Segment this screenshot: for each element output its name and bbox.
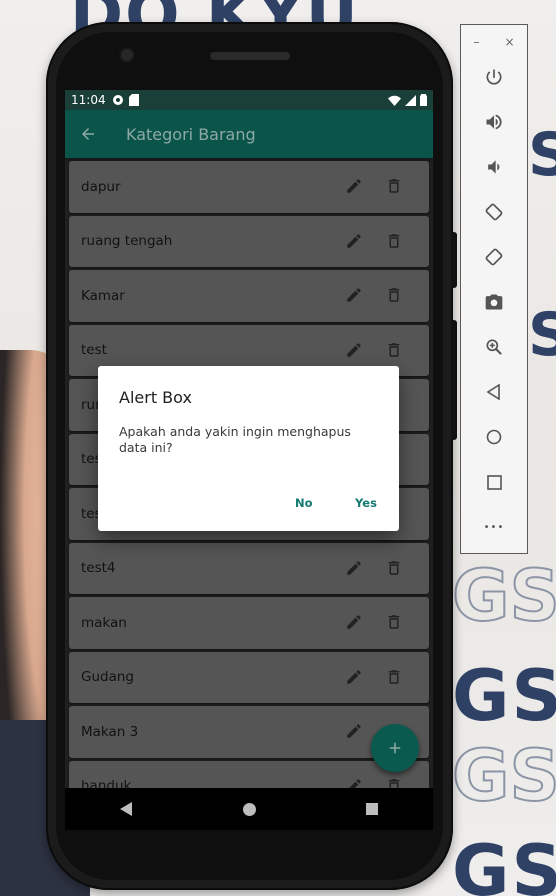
background-text-outline2: GS xyxy=(451,554,556,638)
home-circle-icon xyxy=(486,429,502,445)
rotate-right-button[interactable] xyxy=(482,245,506,269)
delete-icon[interactable] xyxy=(385,613,403,631)
toolbar-window-controls: – × xyxy=(461,35,527,49)
back-triangle-icon xyxy=(486,384,500,400)
close-button[interactable]: × xyxy=(504,35,514,49)
overview-button[interactable] xyxy=(482,470,506,494)
rotate-left-button[interactable] xyxy=(482,200,506,224)
zoom-in-icon xyxy=(486,339,502,355)
add-icon xyxy=(389,742,401,754)
delete-icon[interactable] xyxy=(385,668,403,686)
list-item-label: makan xyxy=(81,614,127,631)
edit-icon[interactable] xyxy=(345,341,363,359)
earpiece-speaker xyxy=(210,52,290,60)
arrow-back-icon[interactable] xyxy=(79,125,97,143)
rotate-right-icon xyxy=(485,248,503,266)
system-nav-bar xyxy=(65,788,433,830)
dialog-title: Alert Box xyxy=(119,388,192,407)
edit-icon[interactable] xyxy=(345,559,363,577)
edit-icon[interactable] xyxy=(345,286,363,304)
delete-icon[interactable] xyxy=(385,286,403,304)
list-item[interactable]: dapur xyxy=(69,161,429,213)
edit-icon[interactable] xyxy=(345,722,363,740)
delete-icon[interactable] xyxy=(385,177,403,195)
list-item-label: test xyxy=(81,342,107,359)
signal-icon xyxy=(405,94,416,106)
list-item-label: Kamar xyxy=(81,287,125,304)
volume-up-icon xyxy=(486,114,502,130)
power-side-button xyxy=(451,232,457,288)
zoom-button[interactable] xyxy=(482,335,506,359)
nav-home-icon[interactable] xyxy=(243,802,257,816)
list-item-label: test4 xyxy=(81,560,116,577)
list-item-label: ruang tengah xyxy=(81,233,173,250)
screenshot-button[interactable] xyxy=(482,290,506,314)
overview-square-icon xyxy=(486,474,502,490)
more-icon: ••• xyxy=(483,521,505,533)
background-text-s1: S xyxy=(528,120,556,190)
volume-up-button[interactable] xyxy=(482,110,506,134)
nav-back-icon[interactable] xyxy=(119,802,134,816)
list-item[interactable]: Gudang xyxy=(69,651,429,703)
power-button[interactable] xyxy=(482,65,506,89)
alert-dialog: Alert Box Apakah anda yakin ingin mengha… xyxy=(98,366,399,531)
yes-button[interactable]: Yes xyxy=(355,496,377,510)
front-camera xyxy=(121,49,133,61)
edit-icon[interactable] xyxy=(345,668,363,686)
status-bar: 11:04 xyxy=(65,90,433,110)
delete-icon[interactable] xyxy=(385,232,403,250)
list-item-label: Makan 3 xyxy=(81,723,139,740)
list-item[interactable]: ruang tengah xyxy=(69,215,429,267)
list-item[interactable]: Kamar xyxy=(69,270,429,322)
background-text-s2: S xyxy=(528,300,556,370)
page-title: Kategori Barang xyxy=(126,124,256,144)
camera-icon xyxy=(485,294,503,310)
more-button[interactable]: ••• xyxy=(482,515,506,539)
wifi-icon xyxy=(388,95,401,106)
volume-down-button[interactable] xyxy=(482,155,506,179)
vpn-key-icon xyxy=(112,95,123,105)
app-bar: Kategori Barang xyxy=(65,110,433,158)
volume-down-icon xyxy=(488,160,500,174)
minimize-button[interactable]: – xyxy=(473,35,479,49)
rotate-left-icon xyxy=(485,203,503,221)
background-text-outline3: GS xyxy=(451,734,556,818)
list-item-label: Gudang xyxy=(81,669,134,686)
list-item[interactable]: makan xyxy=(69,597,429,649)
volume-side-button xyxy=(451,320,457,440)
delete-icon[interactable] xyxy=(385,341,403,359)
background-text-gs2: GS xyxy=(452,655,556,737)
home-button[interactable] xyxy=(482,425,506,449)
no-button[interactable]: No xyxy=(295,496,313,510)
list-item[interactable]: test4 xyxy=(69,542,429,594)
background-text-gs3: GS xyxy=(452,830,556,896)
nav-overview-icon[interactable] xyxy=(366,803,379,815)
edit-icon[interactable] xyxy=(345,232,363,250)
status-time: 11:04 xyxy=(71,93,106,107)
back-button[interactable] xyxy=(482,380,506,404)
battery-icon xyxy=(420,94,427,106)
delete-icon[interactable] xyxy=(385,559,403,577)
dialog-message: Apakah anda yakin ingin menghapus data i… xyxy=(119,424,351,455)
edit-icon[interactable] xyxy=(345,177,363,195)
edit-icon[interactable] xyxy=(345,613,363,631)
list-item-label: dapur xyxy=(81,178,121,195)
add-button[interactable] xyxy=(371,724,419,772)
sd-card-icon xyxy=(128,94,139,106)
emulator-toolbar: – × ••• xyxy=(460,24,528,554)
power-icon xyxy=(486,69,502,85)
